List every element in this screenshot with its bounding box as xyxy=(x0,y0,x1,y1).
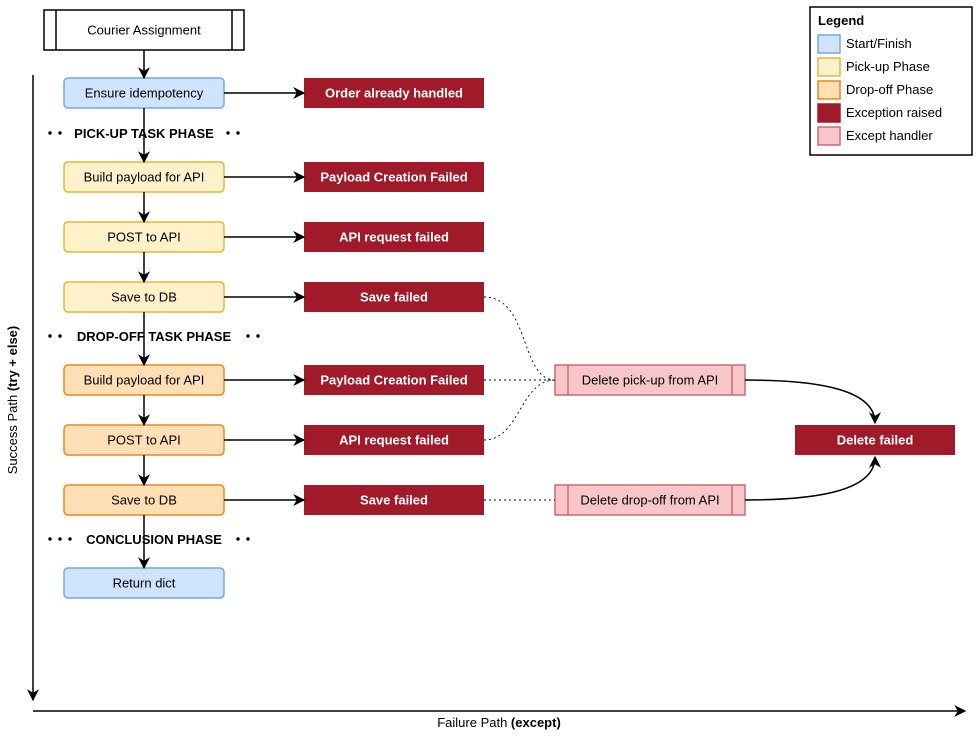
legend-item-exception: Exception raised xyxy=(846,105,942,120)
phase-conclusion-label: CONCLUSION PHASE xyxy=(48,532,249,547)
svg-text:Payload Creation Failed: Payload Creation Failed xyxy=(320,170,467,185)
svg-text:Delete pick-up from API: Delete pick-up from API xyxy=(582,373,719,388)
legend-item-dropoff: Drop-off Phase xyxy=(846,82,933,97)
svg-text:API request failed: API request failed xyxy=(339,230,449,245)
node-delete-dropoff: Delete drop-off from API xyxy=(555,485,745,515)
svg-text:Save to DB: Save to DB xyxy=(111,493,177,508)
svg-text:Save to DB: Save to DB xyxy=(111,290,177,305)
svg-text:Failure Path (except): Failure Path (except) xyxy=(437,715,561,730)
svg-text:Return dict: Return dict xyxy=(113,576,176,591)
svg-text:POST to API: POST to API xyxy=(107,433,180,448)
legend-item-pickup: Pick-up Phase xyxy=(846,59,930,74)
title-label: Courier Assignment xyxy=(87,23,201,38)
axis-x-label: Failure Path xyxy=(437,715,511,730)
axis-y-label: Success Path xyxy=(5,391,20,474)
legend-item-handler: Except handler xyxy=(846,128,933,143)
title-box: Courier Assignment xyxy=(44,10,244,50)
svg-text:Ensure idempotency: Ensure idempotency xyxy=(85,86,204,101)
svg-text:Save failed: Save failed xyxy=(360,290,428,305)
svg-text:Save failed: Save failed xyxy=(360,493,428,508)
legend-item-start: Start/Finish xyxy=(846,36,912,51)
node-delete-failed: Delete failed xyxy=(795,425,955,455)
svg-text:CONCLUSION PHASE: CONCLUSION PHASE xyxy=(86,532,222,547)
svg-text:Order already handled: Order already handled xyxy=(325,86,463,101)
svg-text:Build payload for API: Build payload for API xyxy=(84,373,205,388)
to-exception-arrows xyxy=(224,93,304,500)
handler-column: Delete pick-up from API Delete drop-off … xyxy=(555,365,745,515)
svg-text:POST to API: POST to API xyxy=(107,230,180,245)
legend-title: Legend xyxy=(818,13,864,28)
axis-x-bold: (except) xyxy=(511,715,561,730)
dotted-to-pickup xyxy=(484,297,555,440)
svg-text:DROP-OFF TASK PHASE: DROP-OFF TASK PHASE xyxy=(77,329,232,344)
phase-dropoff-label: DROP-OFF TASK PHASE xyxy=(48,329,259,344)
svg-text:Build payload for API: Build payload for API xyxy=(84,170,205,185)
svg-text:Delete drop-off from API: Delete drop-off from API xyxy=(580,493,719,508)
exception-column: Order already handled Payload Creation F… xyxy=(304,78,484,515)
legend: Legend Start/Finish Pick-up Phase Drop-o… xyxy=(810,7,972,155)
flow-column: Ensure idempotency PICK-UP TASK PHASE Bu… xyxy=(48,78,259,598)
node-delete-pickup: Delete pick-up from API xyxy=(555,365,745,395)
svg-text:Success Path (try + else): Success Path (try + else) xyxy=(5,326,20,475)
svg-text:Payload Creation Failed: Payload Creation Failed xyxy=(320,373,467,388)
svg-text:API request failed: API request failed xyxy=(339,433,449,448)
axis-y-bold: (try + else) xyxy=(5,326,20,391)
svg-text:Delete failed: Delete failed xyxy=(837,433,914,448)
